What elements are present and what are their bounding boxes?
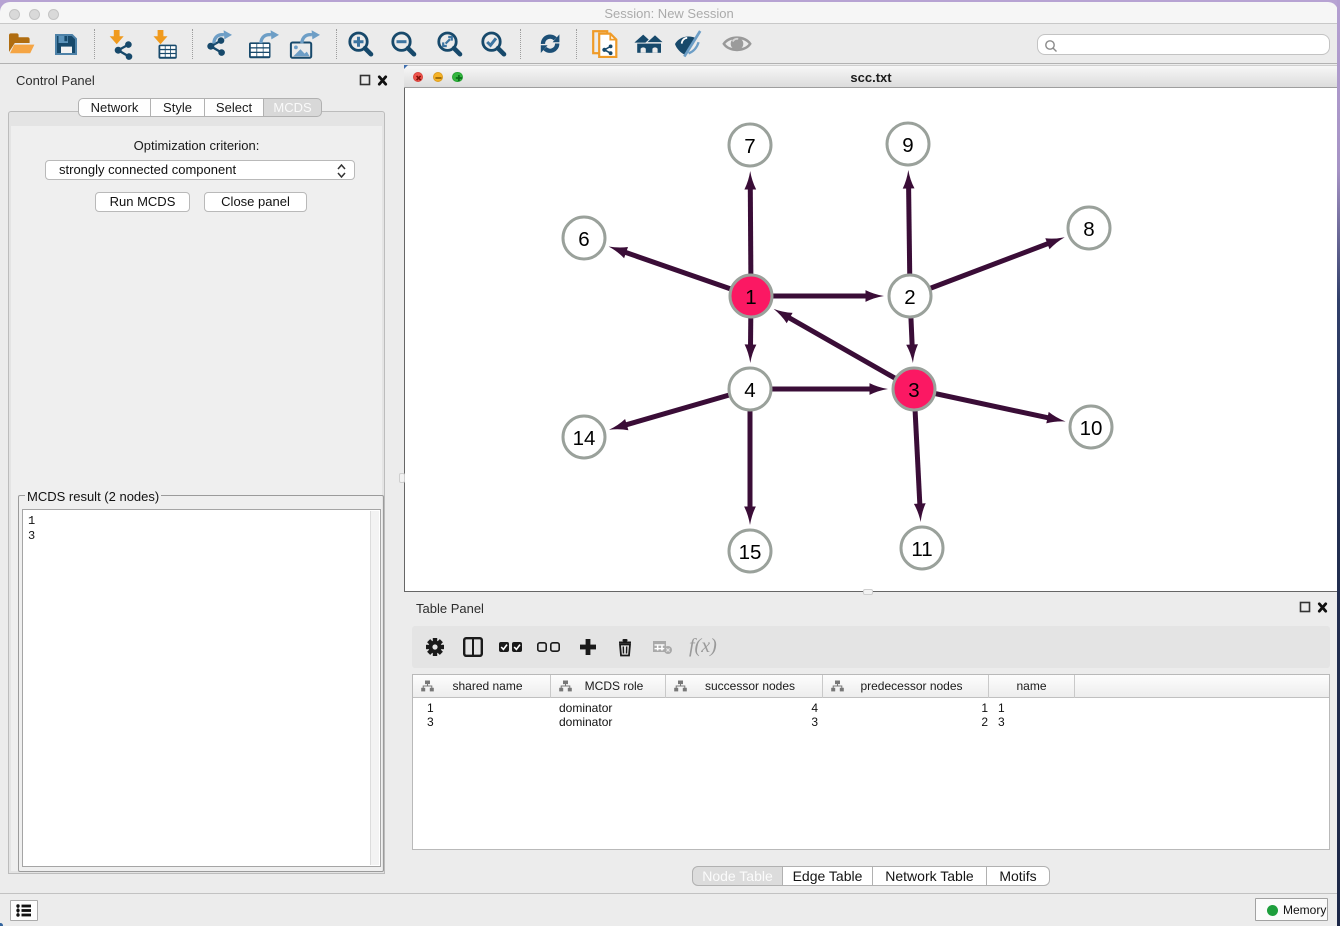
svg-text:f(x): f(x) xyxy=(689,636,717,657)
svg-text:1: 1 xyxy=(745,286,756,309)
svg-text:14: 14 xyxy=(573,427,596,450)
svg-text:6: 6 xyxy=(578,228,589,251)
svg-text:9: 9 xyxy=(902,134,913,157)
svg-text:10: 10 xyxy=(1080,417,1103,440)
svg-text:2: 2 xyxy=(904,286,915,309)
svg-text:8: 8 xyxy=(1083,218,1094,241)
svg-text:3: 3 xyxy=(908,379,919,402)
svg-text:7: 7 xyxy=(744,135,755,158)
svg-text:4: 4 xyxy=(744,379,755,402)
svg-text:15: 15 xyxy=(739,541,762,564)
svg-text:11: 11 xyxy=(911,538,932,561)
